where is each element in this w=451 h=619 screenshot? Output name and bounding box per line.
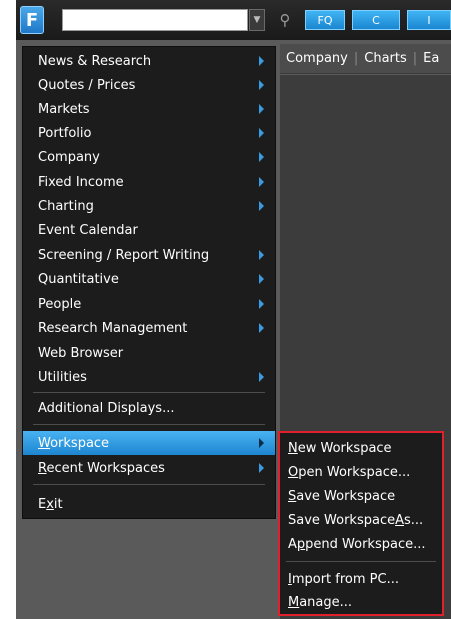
tab-ea[interactable]: Ea (417, 51, 445, 66)
search-icon[interactable]: ⚲ (275, 10, 295, 30)
submenu-arrow-icon (259, 299, 264, 309)
menu-item-exit[interactable]: Exit (23, 492, 275, 516)
menu-item-label: Additional Displays... (38, 400, 175, 416)
submenu-divider (286, 561, 436, 562)
fq-button[interactable]: FQ (305, 10, 345, 30)
menu-item-label: Workspace (38, 435, 110, 451)
ticker-dropdown-icon[interactable]: ▼ (249, 9, 265, 31)
menu-item-event-calendar[interactable]: Event Calendar (23, 218, 275, 242)
submenu-arrow-icon (259, 80, 264, 90)
menu-item-label: Event Calendar (38, 222, 138, 238)
submenu-item-save-workspace[interactable]: Save Workspace (280, 484, 442, 508)
menu-item-research-management[interactable]: Research Management (23, 316, 275, 340)
tab-charts[interactable]: Charts (358, 51, 413, 66)
menu-item-label: Fixed Income (38, 174, 124, 190)
main-menu: News & Research Quotes / Prices Markets … (22, 46, 276, 519)
submenu-arrow-icon (259, 372, 264, 382)
menu-item-label: People (38, 296, 82, 312)
menu-divider (33, 392, 265, 393)
menu-item-people[interactable]: People (23, 292, 275, 316)
menu-item-company[interactable]: Company (23, 145, 275, 169)
tab-company[interactable]: Company (280, 51, 354, 66)
menu-item-web-browser[interactable]: Web Browser (23, 341, 275, 365)
submenu-arrow-icon (259, 250, 264, 260)
menu-item-label: Utilities (38, 369, 87, 385)
menu-item-label: Recent Workspaces (38, 460, 165, 476)
menu-item-fixed-income[interactable]: Fixed Income (23, 170, 275, 194)
menu-item-news-research[interactable]: News & Research (23, 49, 275, 73)
c-button[interactable]: C (352, 10, 400, 30)
submenu-arrow-icon (259, 438, 264, 448)
menu-item-label: News & Research (38, 53, 152, 69)
menu-item-utilities[interactable]: Utilities (23, 365, 275, 389)
factset-logo-button[interactable]: F (20, 6, 44, 34)
submenu-arrow-icon (259, 463, 264, 473)
submenu-item-append-workspace[interactable]: Ap pend Workspace... (280, 532, 442, 556)
menu-item-label: Portfolio (38, 125, 92, 141)
menu-item-label: Markets (38, 101, 90, 117)
menu-item-markets[interactable]: Markets (23, 97, 275, 121)
menu-item-label: Exit (38, 496, 63, 512)
submenu-item-open-workspace[interactable]: Open Workspace... (280, 460, 442, 484)
menu-item-label: Screening / Report Writing (38, 247, 210, 263)
submenu-item-new-workspace[interactable]: New Workspace (280, 436, 442, 460)
submenu-arrow-icon (259, 104, 264, 114)
menu-item-label: Quotes / Prices (38, 77, 136, 93)
tab-strip: Company | Charts | Ea (280, 44, 451, 74)
menu-divider (33, 424, 265, 425)
menu-item-quotes-prices[interactable]: Quotes / Prices (23, 73, 275, 97)
submenu-arrow-icon (259, 323, 264, 333)
menu-item-portfolio[interactable]: Portfolio (23, 121, 275, 145)
menu-item-charting[interactable]: Charting (23, 194, 275, 218)
submenu-arrow-icon (259, 56, 264, 66)
menu-item-label: Web Browser (38, 345, 124, 361)
menu-item-additional-displays[interactable]: Additional Displays... (23, 396, 275, 420)
menu-item-label: Charting (38, 198, 94, 214)
submenu-arrow-icon (259, 128, 264, 138)
submenu-item-import-from-pc[interactable]: Import from PC... (280, 567, 442, 591)
submenu-item-save-workspace-as[interactable]: Save Workspace As... (280, 508, 442, 532)
menu-item-screening-report-writing[interactable]: Screening / Report Writing (23, 243, 275, 267)
submenu-arrow-icon (259, 177, 264, 187)
workspace-submenu: New Workspace Open Workspace... Save Wor… (278, 431, 444, 616)
menu-divider (33, 484, 265, 485)
menu-item-recent-workspaces[interactable]: Recent Workspaces (23, 456, 275, 480)
menu-item-label: Quantitative (38, 271, 119, 287)
menu-item-quantitative[interactable]: Quantitative (23, 267, 275, 291)
submenu-item-manage[interactable]: Manage... (280, 590, 442, 614)
submenu-arrow-icon (259, 274, 264, 284)
menu-item-workspace[interactable]: Workspace (23, 431, 275, 455)
i-button[interactable]: I (407, 10, 451, 30)
menu-item-label: Company (38, 149, 100, 165)
submenu-arrow-icon (259, 201, 264, 211)
submenu-arrow-icon (259, 152, 264, 162)
menu-item-label: Research Management (38, 320, 188, 336)
ticker-input[interactable] (62, 9, 248, 31)
